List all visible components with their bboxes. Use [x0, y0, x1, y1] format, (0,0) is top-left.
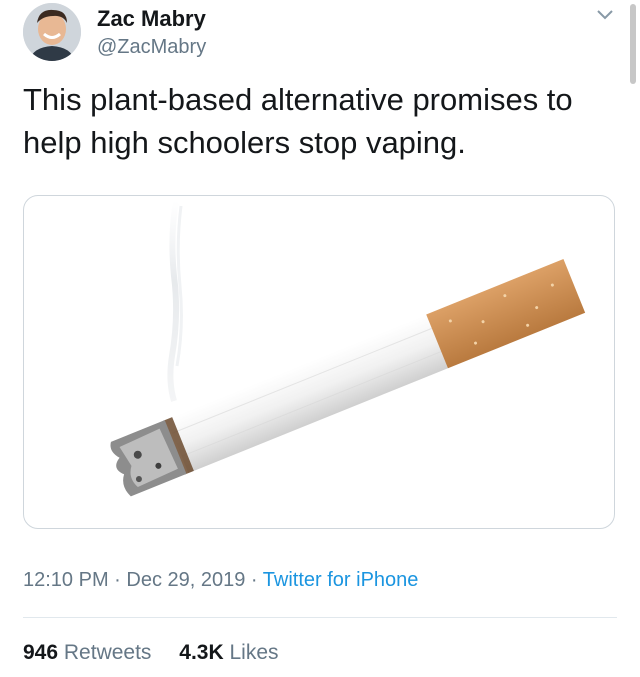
retweets-stat[interactable]: 946 Retweets: [23, 641, 151, 665]
tweet-stats: 946 Retweets 4.3K Likes: [23, 641, 301, 665]
tweet-text: This plant-based alternative promises to…: [23, 82, 573, 160]
retweets-label: Retweets: [63, 641, 152, 664]
likes-stat[interactable]: 4.3K Likes: [179, 641, 278, 665]
tweet-date[interactable]: Dec 29, 2019: [126, 569, 245, 591]
retweets-count: 946: [23, 641, 59, 664]
meta-separator: ·: [245, 569, 263, 591]
author-name[interactable]: Zac Mabry: [97, 6, 206, 32]
tweet-time[interactable]: 12:10 PM: [23, 569, 109, 591]
divider: [23, 617, 617, 618]
author-handle[interactable]: @ZacMabry: [97, 36, 206, 59]
cigarette-image: [110, 200, 586, 497]
tweet-meta: 12:10 PM · Dec 29, 2019 · Twitter for iP…: [23, 569, 418, 592]
tweet-media[interactable]: [23, 195, 615, 529]
chevron-down-icon[interactable]: [596, 8, 614, 22]
avatar-image: [23, 3, 81, 61]
likes-count: 4.3K: [179, 641, 224, 664]
tweet-source-link[interactable]: Twitter for iPhone: [263, 569, 419, 591]
likes-label: Likes: [229, 641, 279, 664]
meta-separator: ·: [108, 569, 127, 591]
scrollbar[interactable]: [630, 4, 636, 84]
avatar[interactable]: [23, 3, 81, 61]
